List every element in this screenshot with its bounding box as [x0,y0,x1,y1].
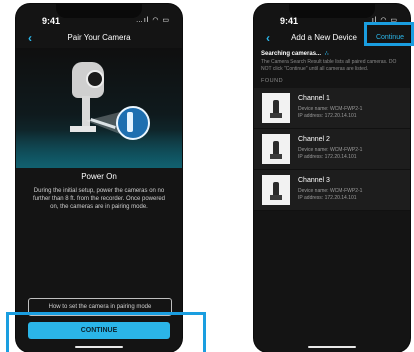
phone-notch [289,4,375,18]
device-name: Device name: WCM-FWP2-1 [298,106,363,112]
device-name: Device name: WCM-FWP2-1 [298,188,363,194]
status-time: 9:41 [280,16,299,26]
phone-add-device: 9:41 ıl ◠ ▭ ‹ Add a New Device Continue … [254,4,410,352]
device-ip: IP address: 172.20.14.101 [298,195,357,201]
camera-mount-icon [270,154,282,159]
device-ip: IP address: 172.20.14.101 [298,154,357,160]
status-time: 9:41 [42,16,61,26]
search-status: Searching cameras... ∴ [261,50,329,57]
search-status-text: Searching cameras... [261,51,322,57]
device-item[interactable]: Channel 2 Device name: WCM-FWP2-1 IP add… [254,129,410,170]
search-hint: The Camera Search Result table lists all… [261,59,397,72]
device-item[interactable]: Channel 1 Device name: WCM-FWP2-1 IP add… [254,88,410,129]
magnifier-icon [116,106,150,140]
camera-illustration [16,48,182,168]
home-indicator [308,346,356,348]
continue-link-highlight-box [364,22,414,46]
device-item[interactable]: Channel 3 Device name: WCM-FWP2-1 IP add… [254,170,410,211]
phone-notch [56,4,142,18]
status-icons: …ıl ◠ ▭ [135,17,170,24]
camera-thumbnail [262,93,290,123]
device-ip: IP address: 172.20.14.101 [298,113,357,119]
camera-mount-icon [270,195,282,200]
device-title: Channel 1 [298,95,330,102]
camera-thumbnail [262,175,290,205]
power-port [127,112,133,132]
device-title: Channel 2 [298,136,330,143]
spinner-icon: ∴ [324,51,329,57]
section-title: Power On [81,172,117,181]
camera-base [70,126,96,132]
device-title: Channel 3 [298,177,330,184]
camera-thumbnail [262,134,290,164]
camera-mount-icon [270,113,282,118]
continue-highlight-box [6,312,206,352]
hero-glow [16,130,182,168]
camera-lens [86,70,104,88]
phone-pair-camera: 9:41 …ıl ◠ ▭ ‹ Pair Your Camera Power On… [16,4,182,352]
device-name: Device name: WCM-FWP2-1 [298,147,363,153]
found-header: FOUND [261,78,284,84]
page-title: Pair Your Camera [67,33,131,42]
section-description: During the initial setup, power the came… [32,188,166,210]
